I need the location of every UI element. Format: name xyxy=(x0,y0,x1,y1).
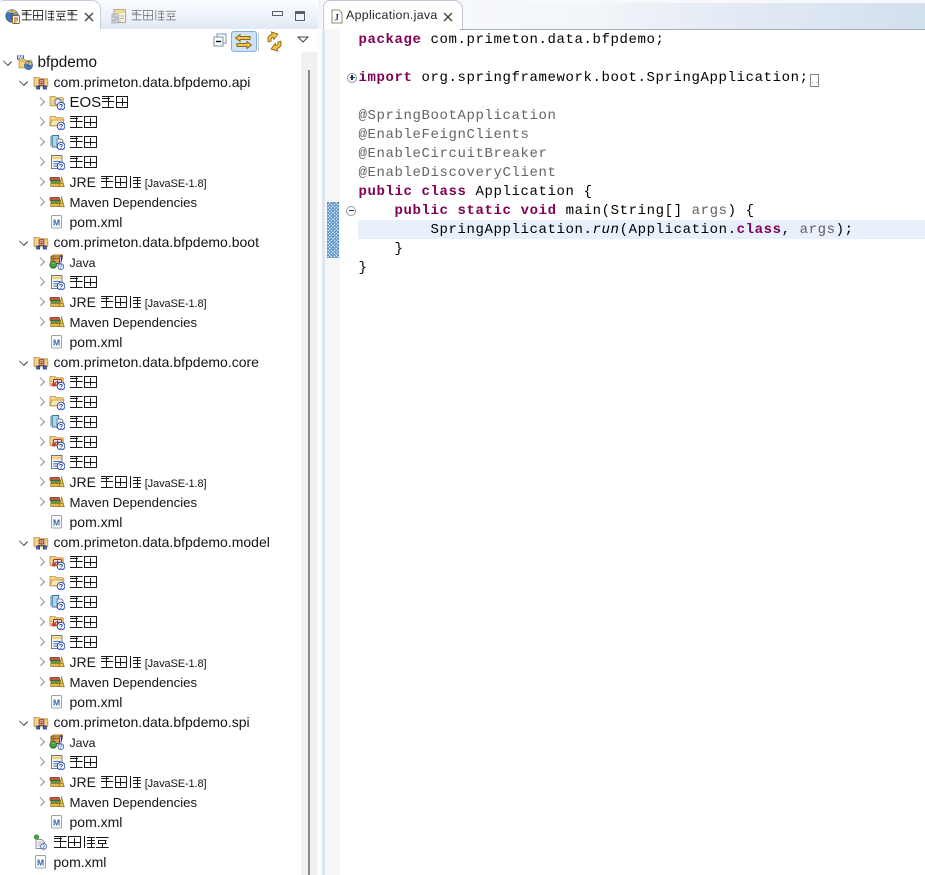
svg-text:?: ? xyxy=(59,642,64,650)
svg-text:?: ? xyxy=(59,745,62,750)
svg-text:M: M xyxy=(53,818,60,828)
svg-text:?: ? xyxy=(59,142,64,150)
svg-text:?: ? xyxy=(42,845,45,851)
svg-text:?: ? xyxy=(59,282,64,290)
svg-text:J: J xyxy=(59,735,64,745)
svg-text:?: ? xyxy=(59,622,64,630)
svg-text:?: ? xyxy=(59,422,64,430)
svg-text:M: M xyxy=(53,698,60,708)
svg-text:M: M xyxy=(53,218,60,228)
svg-text:?: ? xyxy=(59,102,64,110)
svg-text:?: ? xyxy=(59,602,64,610)
svg-text:?: ? xyxy=(59,162,64,170)
svg-text:?: ? xyxy=(59,582,64,590)
svg-text:J: J xyxy=(59,255,64,265)
svg-text:?: ? xyxy=(59,762,64,770)
svg-text:?: ? xyxy=(59,122,64,130)
svg-text:M: M xyxy=(37,858,44,868)
svg-text:?: ? xyxy=(59,265,62,270)
svg-text:J: J xyxy=(334,13,339,23)
svg-text:?: ? xyxy=(59,382,64,390)
svg-text:M: M xyxy=(53,518,60,528)
svg-text:?: ? xyxy=(59,562,64,570)
svg-text:?: ? xyxy=(59,442,64,450)
svg-text:?: ? xyxy=(59,402,64,410)
svg-text:M: M xyxy=(53,338,60,348)
svg-text:?: ? xyxy=(59,462,64,470)
